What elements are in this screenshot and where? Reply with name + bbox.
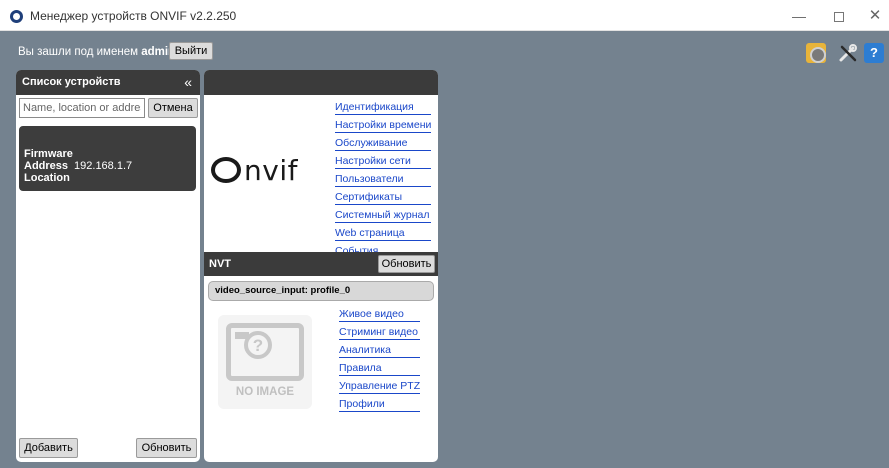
device-list-item[interactable]: Firmware Address 192.168.1.7 Location	[19, 126, 196, 191]
question-icon: ?	[244, 331, 272, 359]
device-details-header	[204, 70, 438, 95]
search-row: Отмена	[19, 98, 198, 118]
settings-icon[interactable]	[806, 43, 826, 63]
onvif-logo-o	[211, 157, 241, 183]
minimize-button[interactable]: —	[788, 6, 810, 26]
device-details-panel: nvif Идентификация Настройки времени Обс…	[204, 70, 438, 462]
nvt-bar: NVT Обновить	[204, 252, 438, 276]
device-list-title: Список устройств	[22, 76, 121, 88]
link-network-settings[interactable]: Настройки сети	[335, 153, 432, 169]
address-value: 192.168.1.7	[74, 160, 133, 172]
no-image-placeholder: ? NO IMAGE	[218, 315, 312, 409]
device-list-panel: Список устройств « Отмена Firmware Addre…	[16, 70, 200, 462]
window-titlebar: Менеджер устройств ONVIF v2.2.250 — ✕	[0, 0, 889, 31]
device-list-header: Список устройств «	[16, 70, 200, 95]
nvt-refresh-button[interactable]: Обновить	[378, 255, 435, 273]
onvif-logo: nvif	[211, 152, 298, 188]
onvif-logo-text: nvif	[244, 154, 298, 187]
firmware-label: Firmware	[24, 148, 73, 160]
link-profiles[interactable]: Профили	[339, 396, 421, 412]
address-label: Address	[24, 160, 69, 172]
maximize-icon	[834, 11, 844, 22]
link-rules[interactable]: Правила	[339, 360, 421, 376]
cancel-button[interactable]: Отмена	[148, 98, 198, 118]
search-input[interactable]	[19, 98, 145, 118]
logout-button[interactable]: Выйти	[169, 42, 213, 60]
maximize-button[interactable]	[828, 6, 850, 26]
link-certificates[interactable]: Сертификаты	[335, 189, 432, 205]
link-maintenance[interactable]: Обслуживание	[335, 135, 432, 151]
app-icon	[10, 10, 23, 23]
link-ptz-control[interactable]: Управление PTZ	[339, 378, 421, 394]
tools-icon[interactable]	[838, 43, 858, 63]
tools-glyph	[839, 44, 857, 62]
add-device-button[interactable]: Добавить	[19, 438, 78, 458]
logged-in-text: Вы зашли под именем	[18, 46, 139, 58]
no-image-text: NO IMAGE	[235, 386, 295, 398]
login-status: Вы зашли под именем admin	[18, 46, 175, 58]
link-system-log[interactable]: Системный журнал	[335, 207, 432, 223]
profile-selector[interactable]: video_source_input: profile_0	[208, 281, 434, 301]
refresh-list-button[interactable]: Обновить	[136, 438, 197, 458]
link-live-video[interactable]: Живое видео	[339, 306, 421, 322]
link-identification[interactable]: Идентификация	[335, 99, 432, 115]
link-users[interactable]: Пользователи	[335, 171, 432, 187]
help-icon[interactable]: ?	[864, 43, 884, 63]
link-web-page[interactable]: Web страница	[335, 225, 432, 241]
link-time-settings[interactable]: Настройки времени	[335, 117, 432, 133]
device-links: Идентификация Настройки времени Обслужив…	[335, 99, 432, 261]
window-title: Менеджер устройств ONVIF v2.2.250	[30, 9, 237, 23]
link-video-streaming[interactable]: Стриминг видео	[339, 324, 421, 340]
collapse-icon[interactable]: «	[184, 70, 192, 95]
link-analytics[interactable]: Аналитика	[339, 342, 421, 358]
nvt-label: NVT	[209, 258, 231, 270]
close-button[interactable]: ✕	[864, 6, 886, 26]
location-label: Location	[24, 172, 70, 184]
profile-links: Живое видео Стриминг видео Аналитика Пра…	[339, 306, 421, 414]
